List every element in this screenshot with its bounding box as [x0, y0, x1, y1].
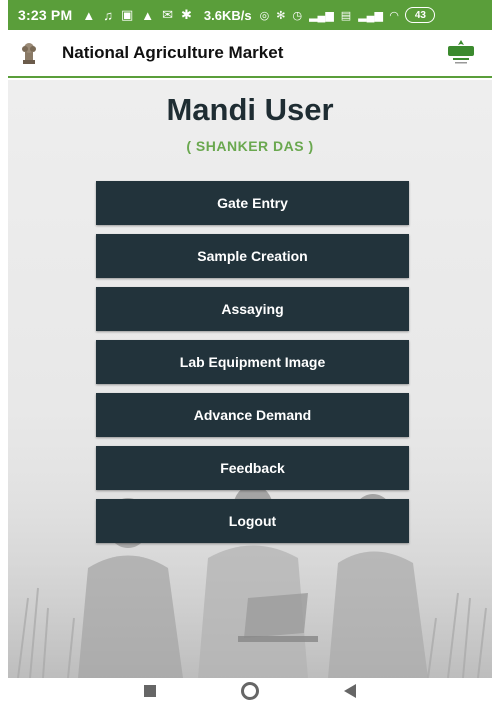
status-notification-icons: ▲ ♫ ▣ ▲ ✉ ✱	[82, 7, 192, 23]
alarm-icon: ◷	[292, 9, 303, 22]
mail-icon: ✉	[162, 7, 174, 22]
logout-button[interactable]: Logout	[96, 499, 409, 543]
fan-icon: ✱	[181, 7, 192, 22]
download-icon: ▣	[120, 7, 134, 22]
signal-icon: ▂▄▆	[309, 9, 334, 22]
lab-equipment-image-button[interactable]: Lab Equipment Image	[96, 340, 409, 384]
signal-icon: ▂▄▆	[358, 9, 383, 22]
sample-creation-button[interactable]: Sample Creation	[96, 234, 409, 278]
notification-icon: ♫	[103, 7, 113, 23]
page-title: Mandi User	[166, 92, 334, 127]
wifi-icon: ◠	[389, 9, 399, 22]
status-time: 3:23 PM	[18, 7, 73, 23]
recent-apps-icon[interactable]	[144, 685, 156, 697]
hotspot-icon: ◎	[259, 9, 270, 22]
advance-demand-button[interactable]: Advance Demand	[96, 393, 409, 437]
app-bar: National Agriculture Market	[8, 30, 492, 78]
back-icon[interactable]	[344, 684, 356, 698]
feedback-button[interactable]: Feedback	[96, 446, 409, 490]
assaying-button[interactable]: Assaying	[96, 287, 409, 331]
enam-logo	[446, 38, 476, 68]
app-title: National Agriculture Market	[62, 43, 284, 62]
system-nav-bar	[8, 678, 492, 704]
status-bar: 3:23 PM ▲ ♫ ▣ ▲ ✉ ✱ 3.6KB/s ◎ ✻ ◷ ▂▄▆ ▤ …	[8, 0, 492, 30]
network-speed: 3.6KB/s	[203, 7, 252, 23]
gate-entry-button[interactable]: Gate Entry	[96, 181, 409, 225]
warning-icon: ▲	[82, 7, 96, 23]
volte-icon: ▤	[340, 9, 352, 22]
status-system-icons: ◎ ✻ ◷ ▂▄▆ ▤ ▂▄▆ ◠ 43	[260, 7, 436, 23]
warning-icon: ▲	[141, 7, 155, 23]
bluetooth-icon: ✻	[276, 9, 286, 22]
battery-icon: 43	[405, 7, 436, 23]
user-name: ( SHANKER DAS )	[186, 138, 314, 154]
main-content: Mandi User ( SHANKER DAS ) Gate Entry Sa…	[8, 80, 492, 678]
home-icon[interactable]	[241, 682, 259, 700]
national-emblem-icon	[18, 40, 40, 66]
menu-list: Gate Entry Sample Creation Assaying Lab …	[96, 181, 409, 552]
